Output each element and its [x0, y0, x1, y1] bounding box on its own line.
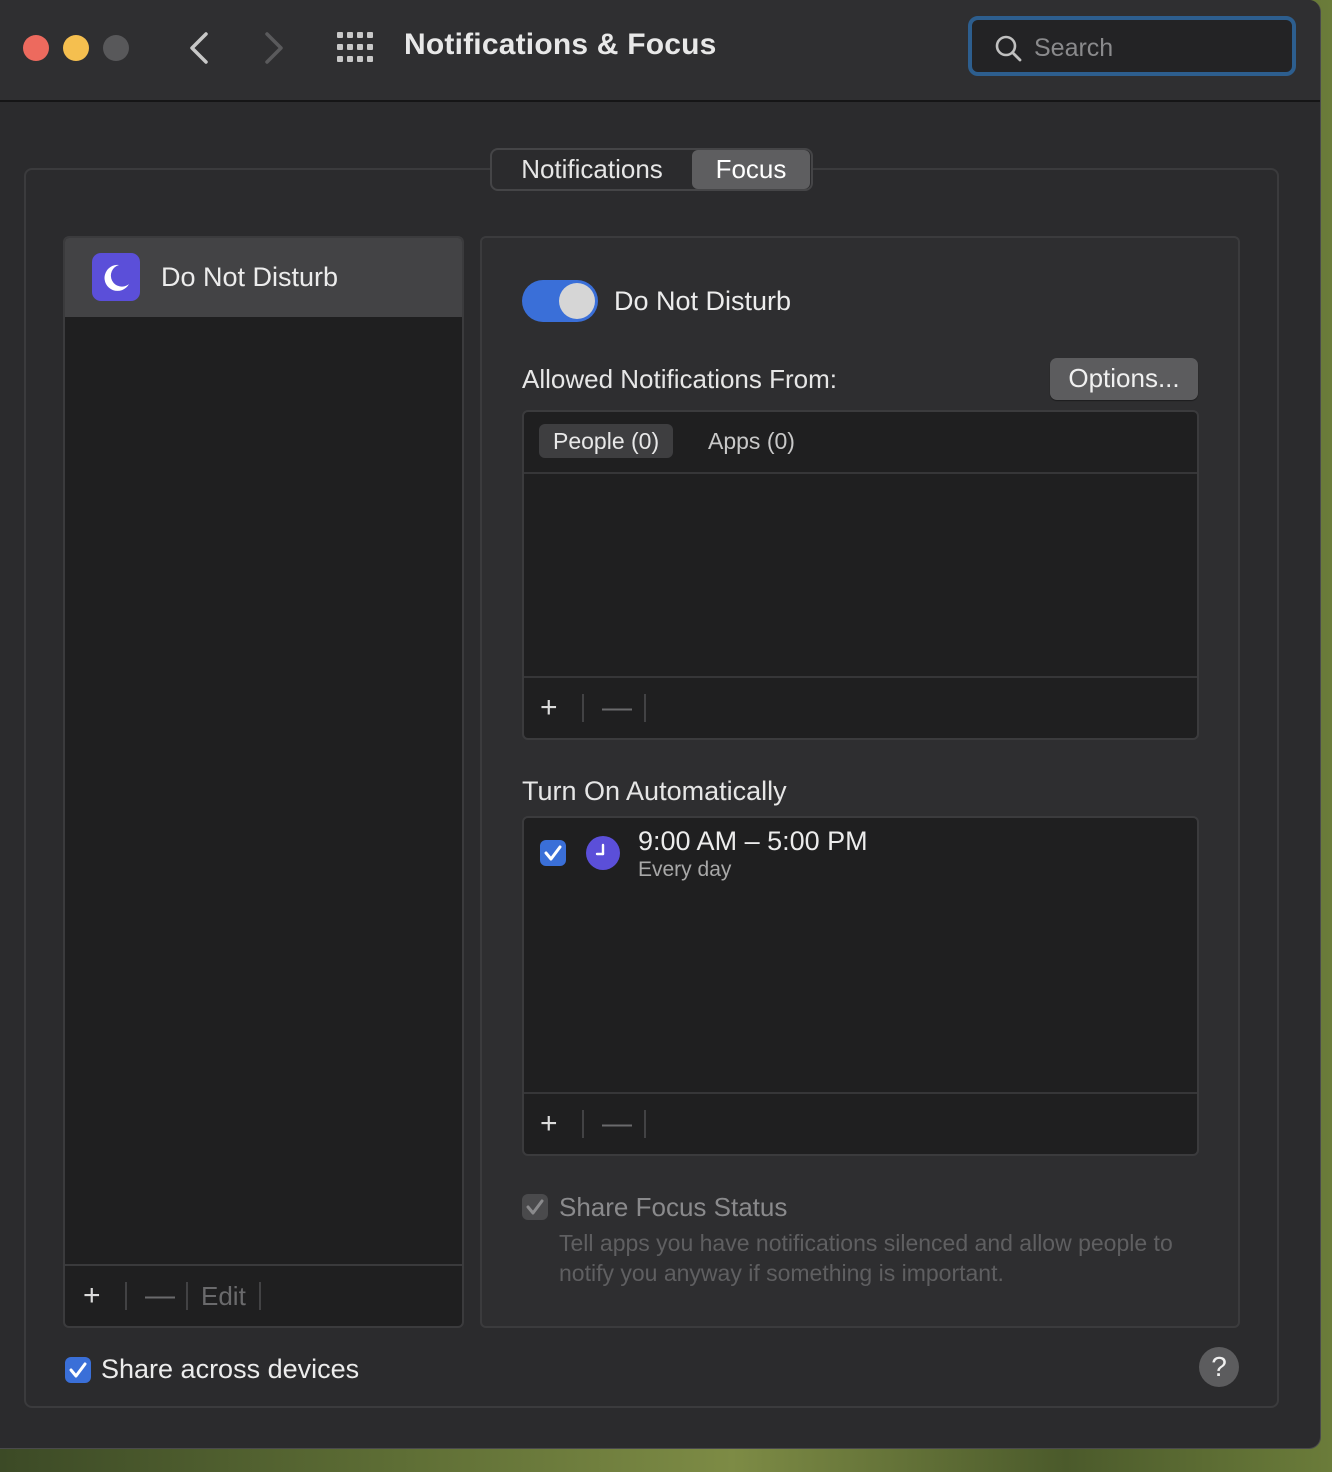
divider	[644, 1110, 646, 1138]
checkmark-icon	[544, 845, 562, 861]
tab-notifications[interactable]: Notifications	[492, 150, 692, 189]
focus-detail-panel: Do Not Disturb Allowed Notifications Fro…	[480, 236, 1240, 1328]
share-focus-status-description: Tell apps you have notifications silence…	[559, 1230, 1173, 1286]
divider	[582, 1110, 584, 1138]
schedule-checkbox[interactable]	[540, 840, 566, 866]
turn-on-automatically-label: Turn On Automatically	[522, 776, 787, 806]
zoom-window-button[interactable]	[103, 35, 129, 61]
allowed-notifications-label: Allowed Notifications From:	[522, 364, 837, 394]
list-item[interactable]: Do Not Disturb	[65, 238, 462, 317]
back-button[interactable]	[180, 24, 220, 72]
clock-icon	[586, 836, 620, 870]
divider	[582, 694, 584, 722]
list-footer: + — Edit	[65, 1264, 462, 1326]
do-not-disturb-toggle[interactable]	[522, 280, 598, 322]
forward-button[interactable]	[255, 24, 295, 72]
window-title: Notifications & Focus	[404, 28, 717, 61]
schedule-repeat: Every day	[638, 858, 732, 881]
toggle-knob	[559, 283, 595, 319]
allowed-list: People (0) Apps (0) + —	[522, 410, 1199, 740]
remove-focus-button[interactable]: —	[145, 1276, 175, 1316]
search-icon	[995, 35, 1022, 62]
toggle-label: Do Not Disturb	[614, 286, 792, 316]
settings-window: Notifications & Focus Notifications Focu…	[0, 0, 1321, 1449]
focus-list: Do Not Disturb + — Edit	[63, 236, 464, 1328]
options-button[interactable]: Options...	[1050, 358, 1198, 400]
search-input[interactable]	[1032, 28, 1286, 68]
divider	[186, 1282, 188, 1310]
allowed-tabs: People (0) Apps (0)	[524, 412, 1197, 474]
allowed-list-footer: + —	[524, 676, 1197, 738]
add-focus-button[interactable]: +	[83, 1276, 101, 1316]
edit-focus-button[interactable]: Edit	[201, 1276, 246, 1316]
add-schedule-button[interactable]: +	[540, 1104, 558, 1144]
grid-icon	[337, 32, 373, 62]
chevron-left-icon	[190, 32, 208, 64]
show-all-button[interactable]	[334, 30, 378, 66]
share-across-devices-checkbox[interactable]	[65, 1357, 91, 1383]
remove-allowed-button[interactable]: —	[602, 688, 632, 728]
tab-apps[interactable]: Apps (0)	[694, 424, 809, 458]
help-button[interactable]: ?	[1199, 1347, 1239, 1387]
share-focus-status-label: Share Focus Status	[559, 1192, 788, 1222]
schedule-list: 9:00 AM – 5:00 PM Every day + —	[522, 816, 1199, 1156]
remove-schedule-button[interactable]: —	[602, 1104, 632, 1144]
divider	[125, 1282, 127, 1310]
tab-control: Notifications Focus	[490, 148, 813, 191]
divider	[259, 1282, 261, 1310]
title-bar: Notifications & Focus	[0, 0, 1320, 102]
schedule-list-footer: + —	[524, 1092, 1197, 1154]
share-focus-status-checkbox[interactable]	[522, 1194, 548, 1220]
checkmark-icon	[526, 1199, 544, 1215]
minimize-window-button[interactable]	[63, 35, 89, 61]
chevron-right-icon	[265, 32, 283, 64]
add-allowed-button[interactable]: +	[540, 688, 558, 728]
search-field[interactable]	[968, 16, 1296, 76]
schedule-time: 9:00 AM – 5:00 PM	[638, 826, 868, 856]
tab-focus[interactable]: Focus	[692, 150, 810, 189]
moon-icon	[92, 253, 140, 301]
checkmark-icon	[69, 1362, 87, 1378]
divider	[644, 694, 646, 722]
tab-people[interactable]: People (0)	[539, 424, 674, 458]
list-item-label: Do Not Disturb	[161, 262, 339, 292]
list-item[interactable]: 9:00 AM – 5:00 PM Every day	[524, 818, 1197, 898]
share-across-devices-label: Share across devices	[101, 1354, 360, 1384]
close-window-button[interactable]	[23, 35, 49, 61]
